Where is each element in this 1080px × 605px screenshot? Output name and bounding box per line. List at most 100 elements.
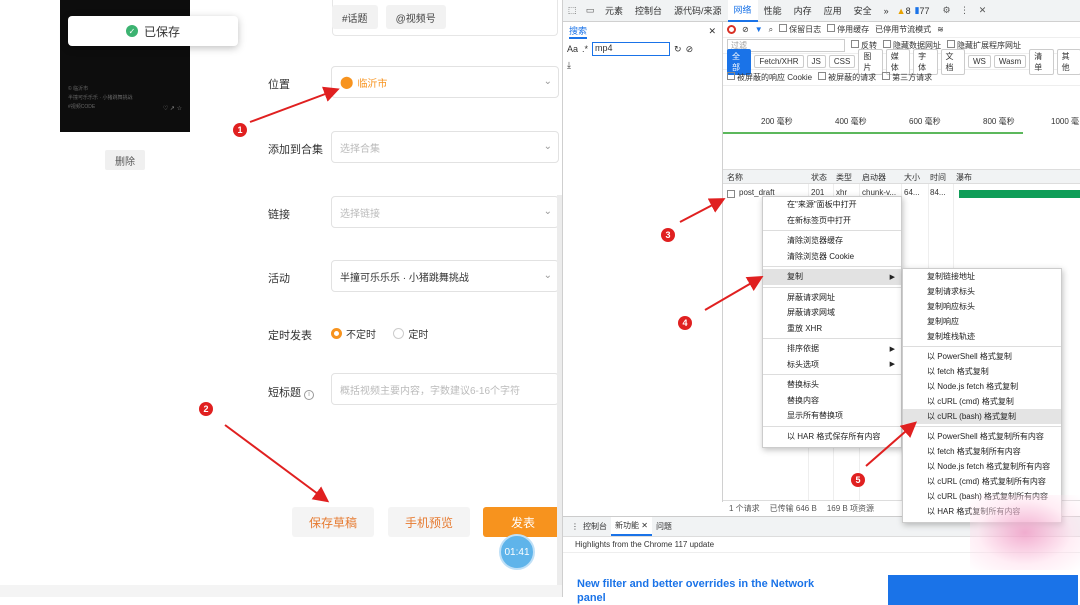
throttle-select[interactable]: 已停用节流模式: [875, 24, 931, 35]
copy-submenu-item[interactable]: 以 fetch 格式复制: [903, 364, 1061, 379]
context-menu-item[interactable]: 复制 ▶: [763, 269, 901, 285]
clear-icon[interactable]: ⊘: [742, 25, 749, 34]
col-size[interactable]: 大小: [904, 172, 920, 183]
download-icon[interactable]: ⤓: [567, 60, 571, 71]
copy-submenu-item[interactable]: 以 PowerShell 格式复制所有内容: [903, 429, 1061, 444]
type-filter-chip[interactable]: WS: [967, 55, 991, 68]
whats-new-headline[interactable]: New filter and better overrides in the N…: [577, 577, 837, 605]
tab-elements[interactable]: 元素: [599, 0, 629, 22]
copy-submenu-item[interactable]: 复制响应: [903, 314, 1061, 329]
context-menu-item[interactable]: 屏蔽请求网址: [763, 290, 901, 306]
drawer-tab-console[interactable]: 控制台: [583, 521, 607, 532]
publish-button[interactable]: 发表: [483, 507, 562, 537]
tab-performance[interactable]: 性能: [758, 0, 788, 22]
type-filter-chip[interactable]: Wasm: [993, 55, 1027, 68]
gear-icon[interactable]: ⚙: [938, 5, 956, 16]
context-menu-item[interactable]: 清除浏览器缓存: [763, 233, 901, 249]
context-menu-item[interactable]: 重放 XHR: [763, 321, 901, 337]
drawer-menu-icon[interactable]: ⋮: [571, 522, 579, 531]
disable-cache-checkbox[interactable]: 停用缓存: [827, 24, 869, 35]
tab-security[interactable]: 安全: [848, 0, 878, 22]
copy-submenu-item[interactable]: 以 fetch 格式复制所有内容: [903, 444, 1061, 459]
type-filter-chip[interactable]: 媒体: [885, 48, 911, 75]
filter-icon[interactable]: ▼: [755, 25, 763, 34]
context-menu-item[interactable]: 在"来源"面板中打开: [763, 197, 901, 213]
search-icon[interactable]: ⌕: [769, 25, 773, 35]
context-menu-item[interactable]: 屏蔽请求网域: [763, 305, 901, 321]
context-menu-item[interactable]: 标头选项 ▶: [763, 357, 901, 373]
tab-network[interactable]: 网络: [727, 0, 758, 22]
copy-submenu-item[interactable]: 复制链接地址: [903, 269, 1061, 284]
type-filter-chip[interactable]: JS: [806, 55, 826, 68]
match-case-button[interactable]: Aa: [567, 44, 578, 54]
type-filter-chip[interactable]: 全部: [727, 48, 752, 75]
context-menu-item[interactable]: 清除浏览器 Cookie: [763, 249, 901, 265]
context-menu-item[interactable]: 以 HAR 格式保存所有内容: [763, 429, 901, 445]
wifi-icon[interactable]: ≋: [937, 25, 944, 34]
copy-submenu-item[interactable]: 复制堆栈轨迹: [903, 329, 1061, 344]
tab-application[interactable]: 应用: [818, 0, 848, 22]
channel-tag-button[interactable]: @视频号: [385, 5, 446, 29]
context-menu-item[interactable]: 替换内容: [763, 393, 901, 409]
search-tab[interactable]: 搜索: [569, 24, 588, 39]
blocked-requests-checkbox[interactable]: 被屏蔽的请求: [818, 72, 876, 83]
clear-icon[interactable]: ⊘: [686, 44, 694, 55]
col-time[interactable]: 时间: [930, 172, 946, 183]
inspect-icon[interactable]: ⬚: [563, 5, 581, 16]
tab-console[interactable]: 控制台: [629, 0, 668, 22]
copy-submenu-item[interactable]: 以 PowerShell 格式复制: [903, 349, 1061, 364]
radio-no-schedule[interactable]: 不定时: [331, 326, 376, 341]
drawer-tab-whats-new[interactable]: 新功能 ✕: [611, 517, 652, 536]
copy-submenu-item[interactable]: 以 cURL (bash) 格式复制: [903, 409, 1061, 424]
record-icon[interactable]: [727, 25, 736, 34]
radio-scheduled[interactable]: 定时: [393, 326, 428, 341]
short-title-input[interactable]: 概括视频主要内容，字数建议6-16个字符: [331, 373, 559, 405]
type-filter-chip[interactable]: CSS: [828, 55, 856, 68]
save-draft-button[interactable]: 保存草稿: [292, 507, 374, 537]
network-timeline[interactable]: 200 毫秒 400 毫秒 600 毫秒 800 毫秒 1000 毫: [723, 110, 1080, 170]
col-name[interactable]: 名称: [727, 172, 743, 183]
blocked-cookies-checkbox[interactable]: 被屏蔽的响应 Cookie: [727, 72, 812, 83]
type-filter-chip[interactable]: 文档: [940, 48, 965, 75]
context-menu-item[interactable]: 排序依据 ▶: [763, 341, 901, 357]
collection-select[interactable]: 选择合集 ⌄: [331, 131, 559, 163]
tab-sources[interactable]: 源代码/来源: [668, 0, 728, 22]
context-menu-item[interactable]: 显示所有替换项: [763, 408, 901, 424]
type-filter-chip[interactable]: Fetch/XHR: [754, 55, 804, 68]
col-status[interactable]: 状态: [811, 172, 827, 183]
refresh-icon[interactable]: ↻: [674, 44, 682, 55]
topic-tag-button[interactable]: #话题: [332, 5, 378, 29]
drawer-tab-issues[interactable]: 问题: [656, 521, 672, 532]
col-initiator[interactable]: 启动器: [862, 172, 886, 183]
copy-submenu-item[interactable]: 以 cURL (cmd) 格式复制所有内容: [903, 474, 1061, 489]
help-icon[interactable]: i: [304, 390, 314, 400]
col-type[interactable]: 类型: [836, 172, 852, 183]
tab-memory[interactable]: 内存: [788, 0, 818, 22]
copy-submenu-item[interactable]: 以 Node.js fetch 格式复制所有内容: [903, 459, 1061, 474]
delete-button[interactable]: 删除: [105, 150, 145, 170]
copy-submenu-item[interactable]: 复制请求标头: [903, 284, 1061, 299]
search-input[interactable]: mp4: [592, 42, 671, 56]
copy-submenu-item[interactable]: 复制响应标头: [903, 299, 1061, 314]
regex-button[interactable]: .*: [582, 44, 588, 54]
third-party-checkbox[interactable]: 第三方请求: [882, 72, 932, 83]
context-menu-item[interactable]: 在新标签页中打开: [763, 213, 901, 229]
activity-select[interactable]: 半撞可乐乐乐 · 小猪跳舞挑战 ⌄: [331, 260, 559, 292]
more-tabs-button[interactable]: »: [878, 0, 895, 22]
preserve-log-checkbox[interactable]: 保留日志: [779, 24, 821, 35]
kebab-menu-icon[interactable]: ⋮: [956, 5, 974, 16]
col-waterfall[interactable]: 瀑布: [956, 172, 972, 183]
close-icon[interactable]: ✕: [708, 26, 716, 37]
location-select[interactable]: ⬤ 临沂市 ⌄: [331, 66, 559, 98]
type-filter-chip[interactable]: 其他: [1056, 48, 1080, 75]
device-toggle-icon[interactable]: ▭: [581, 5, 599, 16]
copy-submenu-item[interactable]: 以 Node.js fetch 格式复制: [903, 379, 1061, 394]
copy-submenu-item[interactable]: 以 cURL (cmd) 格式复制: [903, 394, 1061, 409]
type-filter-chip[interactable]: 字体: [913, 48, 938, 75]
warning-icon[interactable]: ▲: [897, 6, 906, 16]
type-filter-chip[interactable]: 清单: [1029, 48, 1054, 75]
phone-preview-button[interactable]: 手机预览: [388, 507, 470, 537]
link-select[interactable]: 选择链接 ⌄: [331, 196, 559, 228]
type-filter-chip[interactable]: 图片: [858, 48, 883, 75]
close-icon[interactable]: ✕: [974, 5, 992, 16]
